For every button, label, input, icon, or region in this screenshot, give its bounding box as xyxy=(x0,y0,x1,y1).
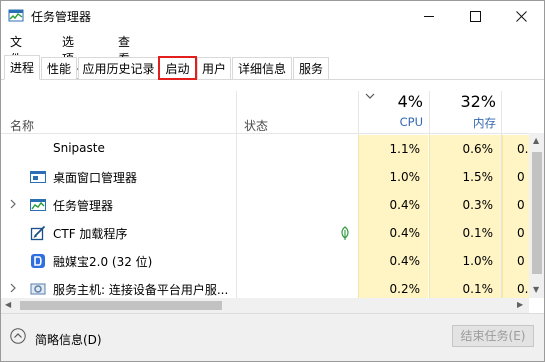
minimize-icon xyxy=(423,16,434,17)
memory-value: 0.6% xyxy=(429,135,501,163)
expand-chevron-icon[interactable] xyxy=(10,283,16,293)
fewer-details-link[interactable]: 简略信息(D) xyxy=(35,331,102,348)
minimize-button[interactable] xyxy=(406,1,452,31)
title-bar[interactable]: 任务管理器 xyxy=(1,1,544,31)
tab-startup[interactable]: 启动 xyxy=(158,56,197,80)
disk-value: 0 xyxy=(502,191,529,219)
ctf-loader-icon xyxy=(30,225,46,241)
process-name: 桌面窗口管理器 xyxy=(53,171,138,185)
disk-value: 0 xyxy=(502,163,529,191)
sort-chevron-down-icon xyxy=(365,93,375,99)
cpu-value: 1.1% xyxy=(358,135,428,163)
memory-value: 0.1% xyxy=(429,275,501,298)
column-header-memory[interactable]: 内存 xyxy=(453,115,496,131)
cpu-value: 0.4% xyxy=(358,191,428,219)
task-manager-icon xyxy=(30,199,46,211)
table-row[interactable]: 桌面窗口管理器 1.0% 1.5% 0 xyxy=(1,163,529,191)
task-manager-window: 任务管理器 文件(F) 选项(O) 查看(V) 进程 性能 应用历史记录 启动 … xyxy=(0,0,545,362)
disk-value: 0 xyxy=(502,219,529,247)
process-name: Snipaste xyxy=(53,141,105,155)
memory-value: 1.5% xyxy=(429,163,501,191)
scroll-right-arrow-icon[interactable]: ▶ xyxy=(517,300,523,309)
close-icon xyxy=(515,11,527,22)
disk-value: 0.1 xyxy=(502,135,529,163)
memory-value: 0.1% xyxy=(429,219,501,247)
service-host-icon xyxy=(30,283,46,295)
vertical-scroll-thumb[interactable] xyxy=(532,152,542,274)
end-task-button[interactable]: 结束任务(E) xyxy=(452,325,534,347)
table-row[interactable]: 融媒宝2.0 (32 位) 0.4% 1.0% 0 xyxy=(1,247,529,275)
disk-value: 0 xyxy=(502,247,529,275)
tab-app-history[interactable]: 应用历史记录 xyxy=(78,57,159,79)
horizontal-scroll-thumb[interactable] xyxy=(20,301,222,310)
table-row[interactable]: CTF 加载程序 0.4% 0.1% 0 xyxy=(1,219,529,247)
task-manager-app-icon xyxy=(8,9,24,22)
tab-details[interactable]: 详细信息 xyxy=(232,57,292,79)
column-header-name[interactable]: 名称 xyxy=(10,117,34,134)
process-name: 融媒宝2.0 (32 位) xyxy=(53,255,153,269)
snipaste-icon xyxy=(30,141,46,157)
window-title: 任务管理器 xyxy=(31,10,92,24)
collapse-up-icon[interactable] xyxy=(10,328,26,344)
tab-performance[interactable]: 性能 xyxy=(41,57,77,79)
table-row[interactable]: 任务管理器 0.4% 0.3% 0 xyxy=(1,191,529,219)
tab-strip: 进程 性能 应用历史记录 启动 用户 详细信息 服务 xyxy=(1,55,544,80)
cpu-value: 1.0% xyxy=(358,163,428,191)
cpu-total-percent[interactable]: 4% xyxy=(381,92,423,111)
memory-total-percent[interactable]: 32% xyxy=(453,92,496,111)
disk-value: 0.1 xyxy=(502,275,529,298)
process-name: 服务主机: 连接设备平台用户服... xyxy=(53,283,229,297)
table-row[interactable]: Snipaste 1.1% 0.6% 0.1 xyxy=(1,135,529,163)
column-header-cpu[interactable]: CPU xyxy=(381,115,423,129)
scroll-down-arrow-icon[interactable]: ▼ xyxy=(533,285,539,294)
window-manager-icon xyxy=(30,171,46,183)
close-button[interactable] xyxy=(498,1,544,31)
scroll-up-arrow-icon[interactable]: ▲ xyxy=(533,136,539,145)
maximize-icon xyxy=(469,11,481,22)
cpu-value: 0.4% xyxy=(358,219,428,247)
maximize-button[interactable] xyxy=(452,1,498,31)
memory-value: 0.3% xyxy=(429,191,501,219)
process-name: CTF 加载程序 xyxy=(53,227,128,241)
cpu-value: 0.2% xyxy=(358,275,428,298)
scroll-left-arrow-icon[interactable]: ◀ xyxy=(5,300,11,309)
process-name: 任务管理器 xyxy=(53,199,114,213)
leaf-icon xyxy=(341,226,349,240)
tab-processes[interactable]: 进程 xyxy=(4,55,40,80)
tab-users[interactable]: 用户 xyxy=(197,57,231,79)
tab-services[interactable]: 服务 xyxy=(293,57,329,79)
expand-chevron-icon[interactable] xyxy=(10,199,16,209)
memory-value: 1.0% xyxy=(429,247,501,275)
cpu-value: 0.4% xyxy=(358,247,428,275)
rongmeibao-icon xyxy=(31,254,45,268)
table-row[interactable]: 服务主机: 连接设备平台用户服... 0.2% 0.1% 0.1 xyxy=(1,275,529,298)
column-header-status[interactable]: 状态 xyxy=(244,117,268,134)
